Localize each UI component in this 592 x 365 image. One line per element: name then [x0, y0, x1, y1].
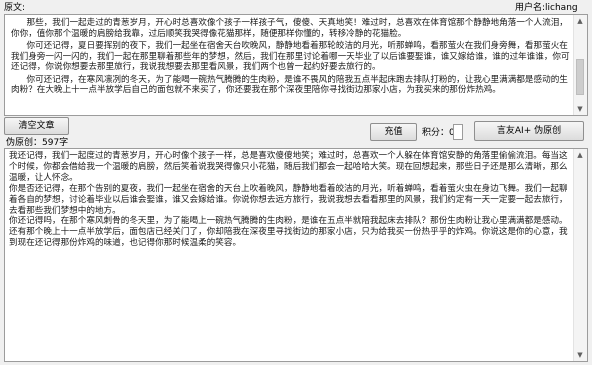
scroll-up-icon[interactable]: ▲	[574, 149, 586, 161]
scroll-down-icon[interactable]: ▼	[574, 103, 586, 115]
scroll-thumb[interactable]	[576, 59, 584, 95]
score-field[interactable]	[453, 124, 463, 140]
output-scrollbar[interactable]: ▲ ▼	[573, 149, 587, 361]
output-textarea[interactable]: 我还记得，我们一起度过的青葱岁月，开心时像个孩子一样，总是喜欢傻傻地笑；难过时，…	[4, 148, 588, 362]
output-paragraph-3: 你还记得吗，在那个寒风刺骨的冬天里，为了能喝上一碗热气腾腾的生肉粉，是谁在五点半…	[9, 216, 568, 249]
source-paragraph-2: 你可还记得，夏日要挥别的夜下，我们一起坐在宿舍天台吹晚风，静静地看着那轮皎洁的月…	[11, 41, 570, 72]
output-paragraph-1: 我还记得，我们一起度过的青葱岁月，开心时像个孩子一样，总是喜欢傻傻地笑；难过时，…	[9, 151, 568, 183]
username-label: 用户名:lichang	[515, 3, 578, 13]
recharge-button[interactable]: 充值	[370, 123, 417, 141]
scroll-down-icon[interactable]: ▼	[574, 349, 586, 361]
score-label: 积分：0	[422, 128, 455, 138]
source-textarea[interactable]: 那些，我们一起走过的青葱岁月，开心时总喜欢像个孩子一样孩子气，傻傻、天真地笑！难…	[4, 14, 588, 116]
source-paragraph-1: 那些，我们一起走过的青葱岁月，开心时总喜欢像个孩子一样孩子气，傻傻、天真地笑！难…	[11, 18, 568, 39]
scroll-up-icon[interactable]: ▲	[574, 15, 586, 27]
ai-rewrite-button[interactable]: 言友AI+ 伪原创	[474, 121, 584, 141]
clear-article-button[interactable]: 清空文章	[4, 117, 69, 135]
original-text-label: 原文:	[4, 3, 26, 13]
output-paragraph-2: 你是否还记得，在那个告别的夏夜，我们一起坐在宿舍的天台上吹着晚风，静静地看着皎洁…	[9, 183, 568, 216]
source-scrollbar[interactable]: ▲ ▼	[573, 15, 587, 115]
source-paragraph-3: 你可还记得，在寒风凛冽的冬天，为了能喝一碗热气腾腾的生肉粉，是谁不畏风的陪我五点…	[11, 74, 568, 96]
